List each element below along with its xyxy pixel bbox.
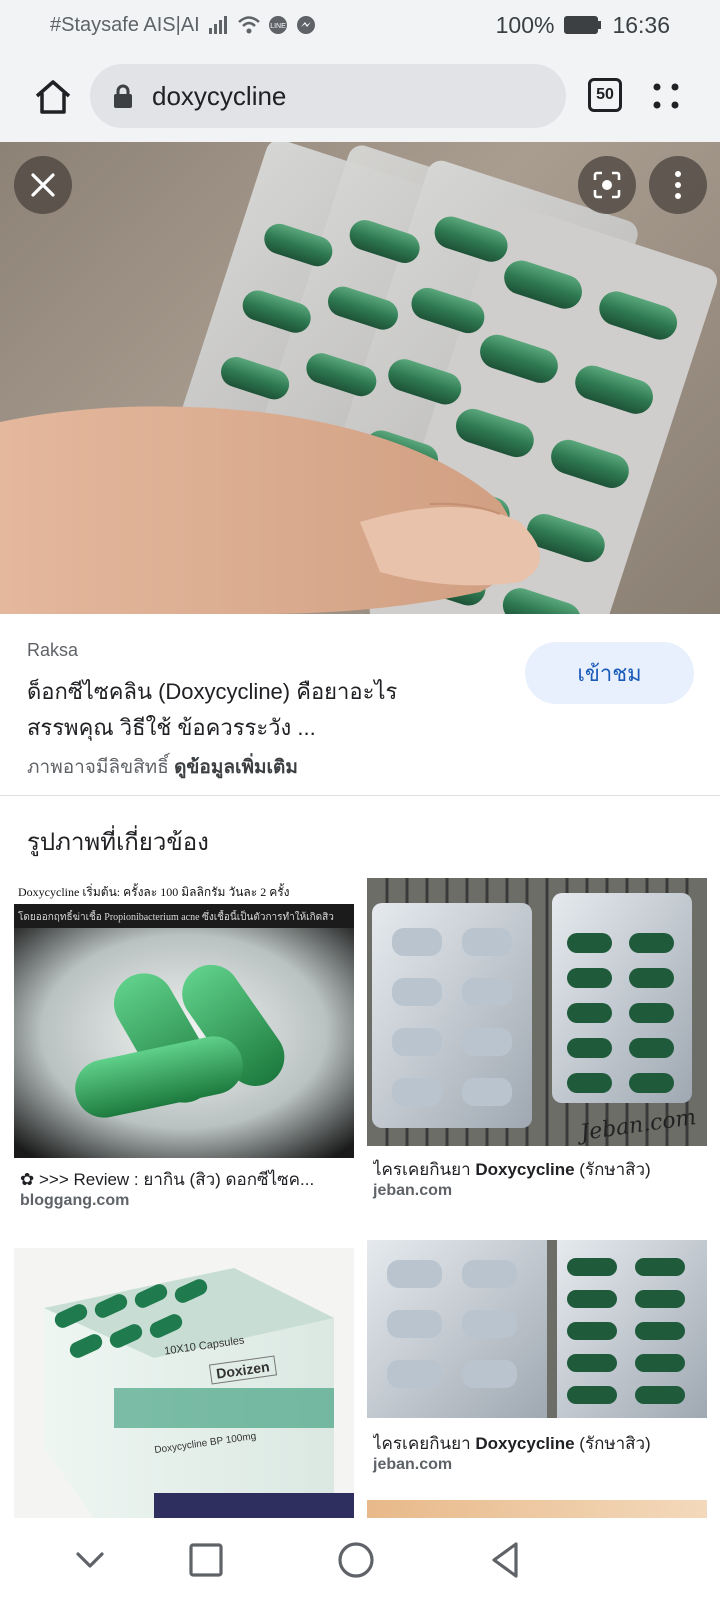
status-right: 100% 16:36 xyxy=(496,12,670,39)
caption-4-end: (รักษาสิว) xyxy=(574,1434,651,1453)
caption-2-plain: ไครเคยกินยา xyxy=(373,1160,476,1179)
related-caption-2: ไครเคยกินยา Doxycycline (รักษาสิว) xyxy=(373,1156,707,1183)
line-app-icon: LINE xyxy=(268,16,287,34)
related-thumb-1: Doxycycline เริ่มต้น: ครั้งละ 100 มิลลิก… xyxy=(14,878,354,1158)
browser-toolbar: doxycycline 50 xyxy=(0,50,720,142)
messenger-icon xyxy=(296,16,315,34)
caption-2-end: (รักษาสิว) xyxy=(574,1160,651,1179)
result-title-line2: สรรพคุณ วิธีใช้ ข้อควรระวัง ... xyxy=(27,715,316,740)
chevron-down-icon[interactable] xyxy=(68,1538,112,1582)
home-icon[interactable] xyxy=(32,76,74,118)
result-title[interactable]: ด็อกซีไซคลิน (Doxycycline) คือยาอะไร สรร… xyxy=(27,674,477,746)
signal-icon xyxy=(208,16,227,34)
carrier-label: #Staysafe AIS|AI xyxy=(50,13,200,36)
lens-icon xyxy=(593,171,621,199)
caption-4-bold: Doxycycline xyxy=(475,1434,575,1453)
svg-text:LINE: LINE xyxy=(270,23,286,30)
result-title-line1: ด็อกซีไซคลิน (Doxycycline) คือยาอะไร xyxy=(27,679,398,704)
blister-pack-image xyxy=(372,878,692,1146)
related-domain-2: jeban.com xyxy=(373,1182,453,1199)
more-options-button[interactable] xyxy=(649,156,707,214)
blister-pack-image-2 xyxy=(367,1240,707,1418)
result-info-panel: Raksa ด็อกซีไซคลิน (Doxycycline) คือยาอะ… xyxy=(0,614,720,796)
related-card-3[interactable]: 10X10 Capsules Doxizen Doxycycline BP 10… xyxy=(14,1248,354,1518)
related-domain-4: jeban.com xyxy=(373,1456,453,1473)
related-thumb-2: Jeban.com xyxy=(367,878,707,1146)
more-info-link[interactable]: ดูข้อมูลเพิ่มเติม xyxy=(174,757,298,778)
related-thumb-4 xyxy=(367,1240,707,1418)
caption-2-bold: Doxycycline xyxy=(475,1160,575,1179)
related-card-1[interactable]: Doxycycline เริ่มต้น: ครั้งละ 100 มิลลิก… xyxy=(14,878,354,1218)
copyright-text: ภาพอาจมีลิขสิทธิ์ xyxy=(27,757,169,778)
back-icon[interactable] xyxy=(484,1538,528,1582)
related-caption-1: ✿ >>> Review : ยากิน (สิว) ดอกซีไซค... xyxy=(20,1170,315,1189)
thumb-1-banner: Doxycycline เริ่มต้น: ครั้งละ 100 มิลลิก… xyxy=(14,878,354,904)
doxizen-box-image xyxy=(44,1268,354,1518)
home-nav-icon[interactable] xyxy=(334,1538,378,1582)
battery-percent: 100% xyxy=(495,11,555,38)
wifi-icon xyxy=(237,16,260,34)
preview-image[interactable] xyxy=(0,142,720,614)
status-bar: #Staysafe AIS|AI LINE 100% 16:36 xyxy=(0,0,720,50)
related-domain-1: bloggang.com xyxy=(20,1192,130,1209)
system-nav-bar xyxy=(0,1518,720,1600)
address-bar[interactable]: doxycycline xyxy=(90,64,566,128)
related-card-4[interactable]: ไครเคยกินยา Doxycycline (รักษาสิว) jeban… xyxy=(367,1240,707,1480)
lock-icon xyxy=(114,84,132,108)
green-capsules-image xyxy=(14,928,354,1158)
battery-icon xyxy=(564,16,602,34)
related-caption-4: ไครเคยกินยา Doxycycline (รักษาสิว) xyxy=(373,1430,707,1457)
browser-menu-icon[interactable] xyxy=(648,78,684,114)
copyright-notice: ภาพอาจมีลิขสิทธิ์ ดูข้อมูลเพิ่มเติม xyxy=(27,752,298,782)
tab-switcher-button[interactable]: 50 xyxy=(588,78,622,112)
thumb-1-subtext: โดยออกฤทธิ์ฆ่าเชื้อ Propionibacterium ac… xyxy=(18,912,334,923)
more-vert-icon xyxy=(675,171,681,199)
related-images-heading: รูปภาพที่เกี่ยวข้อง xyxy=(27,829,209,856)
source-name: Raksa xyxy=(27,640,79,660)
url-text: doxycycline xyxy=(152,80,287,111)
lens-search-button[interactable] xyxy=(578,156,636,214)
recents-icon[interactable] xyxy=(184,1538,228,1582)
close-preview-button[interactable] xyxy=(14,156,72,214)
related-card-2[interactable]: Jeban.com ไครเคยกินยา Doxycycline (รักษา… xyxy=(367,878,707,1208)
close-icon xyxy=(31,173,55,197)
related-thumb-3: 10X10 Capsules Doxizen Doxycycline BP 10… xyxy=(14,1248,354,1518)
clock: 16:36 xyxy=(612,11,670,38)
related-card-5[interactable] xyxy=(367,1500,707,1518)
status-left: #Staysafe AIS|AI LINE xyxy=(50,14,316,37)
visit-button[interactable]: เข้าชม xyxy=(525,642,694,704)
caption-4-plain: ไครเคยกินยา xyxy=(373,1434,476,1453)
